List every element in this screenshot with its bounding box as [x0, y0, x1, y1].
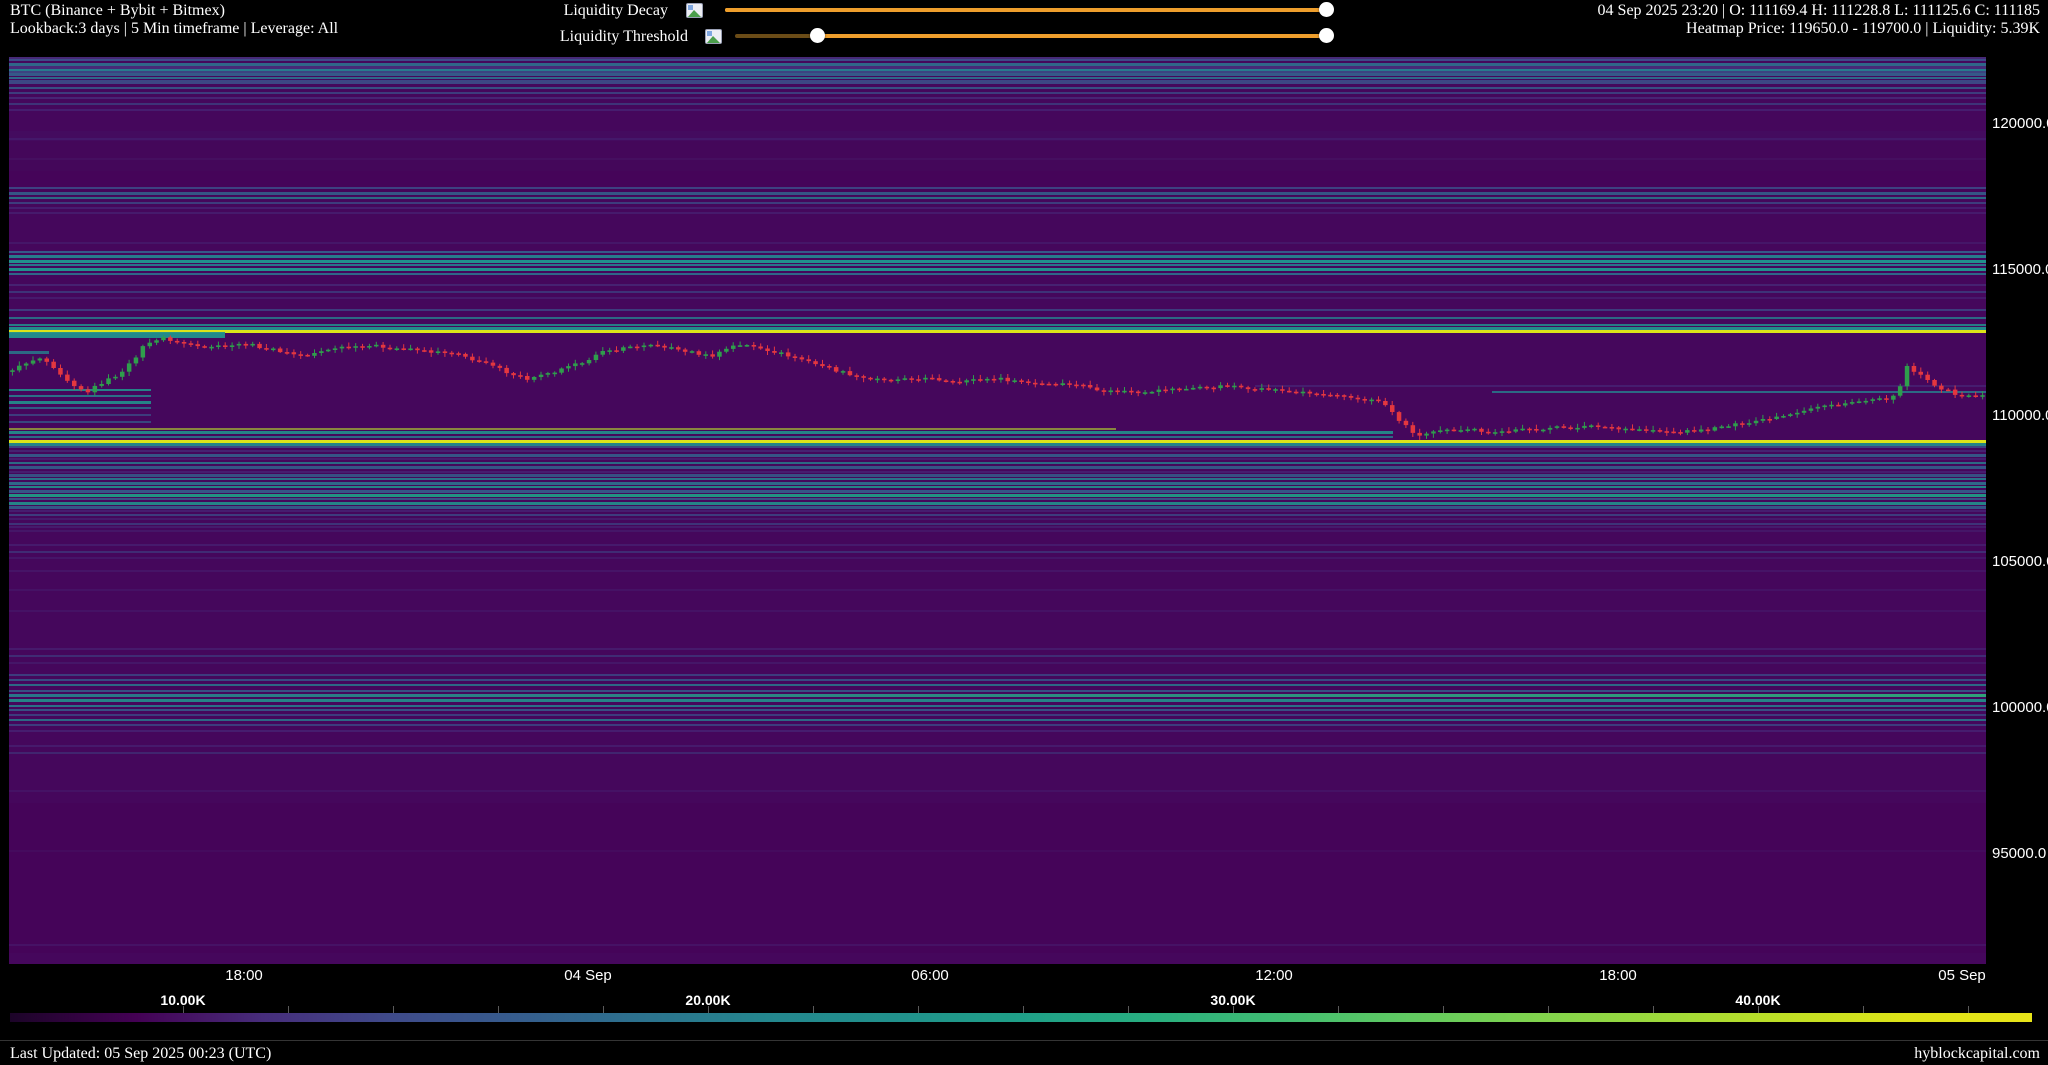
ohlc-info-block: 04 Sep 2025 23:20 | O: 111169.4 H: 11122…: [1598, 2, 2040, 38]
colorbar-tick: [708, 1006, 709, 1013]
colorbar-tick: [813, 1006, 814, 1013]
colorbar-tick: [1863, 1006, 1864, 1013]
liquidity-threshold-slider-handle[interactable]: [810, 28, 825, 43]
last-updated-label: Last Updated: 05 Sep 2025 00:23 (UTC): [10, 1045, 271, 1063]
heatmap-hover-label: Heatmap Price: 119650.0 - 119700.0 | Liq…: [1598, 20, 2040, 38]
lookback-settings-label: Lookback:3 days | 5 Min timeframe | Leve…: [10, 20, 338, 38]
colorbar-tick: [1548, 1006, 1549, 1013]
colorbar-tick: [1023, 1006, 1024, 1013]
price-axis-label: 115000.0: [1992, 261, 2048, 278]
colorbar-tick: [1338, 1006, 1339, 1013]
colorbar-tick: [288, 1006, 289, 1013]
candlestick-layer: [9, 57, 1986, 964]
colorbar-tick: [1968, 1006, 1969, 1013]
time-axis-label: 05 Sep: [1938, 967, 1986, 984]
broken-image-icon: [705, 29, 722, 44]
colorbar-tick: [1653, 1006, 1654, 1013]
liquidity-threshold-slider[interactable]: [735, 34, 1327, 38]
footer-bar: Last Updated: 05 Sep 2025 00:23 (UTC) hy…: [0, 1040, 2048, 1065]
colorbar-tick: [918, 1006, 919, 1013]
liquidity-decay-label: Liquidity Decay: [418, 2, 668, 20]
price-axis-label: 120000.0: [1992, 115, 2048, 132]
colorbar-tick: [393, 1006, 394, 1013]
price-axis-label: 95000.0: [1992, 845, 2046, 862]
heatmap-plot-area[interactable]: [9, 57, 1986, 964]
liquidity-threshold-label: Liquidity Threshold: [438, 28, 688, 46]
liquidity-colorbar: [10, 1013, 2032, 1022]
colorbar-tick: [1758, 1006, 1759, 1013]
site-watermark: hyblockcapital.com: [1914, 1045, 2040, 1063]
time-axis-label: 12:00: [1255, 967, 1293, 984]
liquidation-heatmap-app: BTC (Binance + Bybit + Bitmex) Lookback:…: [0, 0, 2048, 1065]
chart-info-block: BTC (Binance + Bybit + Bitmex) Lookback:…: [10, 2, 338, 38]
liquidity-threshold-slider-handle[interactable]: [1319, 28, 1334, 43]
price-axis-label: 100000.0: [1992, 699, 2048, 716]
colorbar-tick: [1443, 1006, 1444, 1013]
time-axis-label: 18:00: [225, 967, 263, 984]
colorbar-tick: [1233, 1006, 1234, 1013]
time-axis-label: 18:00: [1599, 967, 1637, 984]
price-axis-label: 110000.0: [1992, 407, 2048, 424]
ohlc-label: 04 Sep 2025 23:20 | O: 111169.4 H: 11122…: [1598, 2, 2040, 20]
time-axis-label: 06:00: [911, 967, 949, 984]
colorbar-tick: [603, 1006, 604, 1013]
liquidity-decay-slider[interactable]: [725, 8, 1327, 12]
colorbar-tick: [1128, 1006, 1129, 1013]
price-axis-label: 105000.0: [1992, 553, 2048, 570]
colorbar-tick: [498, 1006, 499, 1013]
broken-image-icon: [686, 3, 703, 18]
liquidity-decay-slider-handle[interactable]: [1319, 2, 1334, 17]
symbol-exchanges-label: BTC (Binance + Bybit + Bitmex): [10, 2, 338, 20]
colorbar-tick: [183, 1006, 184, 1013]
time-axis-label: 04 Sep: [564, 967, 612, 984]
